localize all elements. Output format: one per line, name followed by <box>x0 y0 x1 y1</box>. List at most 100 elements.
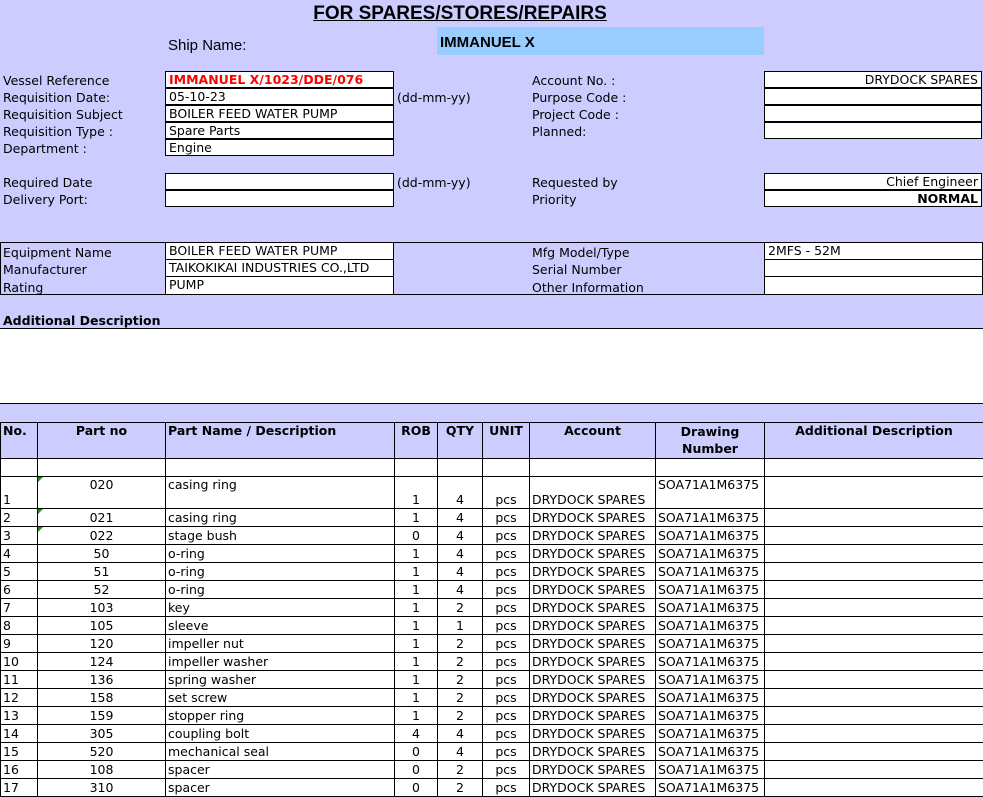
rob-value[interactable]: 4 <box>395 725 438 743</box>
rob-value[interactable]: 1 <box>395 671 438 689</box>
unit-value[interactable]: pcs <box>483 527 530 545</box>
drawing-number[interactable]: SOA71A1M6375 <box>656 725 765 743</box>
purpose-code-field[interactable] <box>764 88 982 105</box>
unit-value[interactable]: pcs <box>483 635 530 653</box>
part-name[interactable]: set screw <box>166 689 395 707</box>
unit-value[interactable]: pcs <box>483 743 530 761</box>
additional-description-cell[interactable] <box>765 581 983 599</box>
additional-description-cell[interactable] <box>765 545 983 563</box>
row-number[interactable]: 15 <box>1 743 38 761</box>
rob-value[interactable]: 1 <box>395 653 438 671</box>
rob-value[interactable]: 1 <box>395 581 438 599</box>
row-number[interactable]: 9 <box>1 635 38 653</box>
part-number[interactable]: 120 <box>38 635 166 653</box>
part-number[interactable]: 159 <box>38 707 166 725</box>
row-number[interactable]: 6 <box>1 581 38 599</box>
part-name[interactable]: key <box>166 599 395 617</box>
qty-value[interactable]: 4 <box>438 563 483 581</box>
rob-value[interactable]: 0 <box>395 779 438 797</box>
drawing-number[interactable]: SOA71A1M6375 <box>656 581 765 599</box>
row-number[interactable]: 2 <box>1 509 38 527</box>
additional-description-cell[interactable] <box>765 509 983 527</box>
drawing-number[interactable]: SOA71A1M6375 <box>656 671 765 689</box>
row-number[interactable]: 14 <box>1 725 38 743</box>
table-row[interactable]: 14305coupling bolt44pcsDRYDOCK SPARESSOA… <box>1 725 983 743</box>
requisition-date-field[interactable]: 05-10-23 <box>165 88 394 105</box>
part-name[interactable]: casing ring <box>166 477 395 509</box>
vessel-reference-field[interactable]: IMMANUEL X/1023/DDE/076 <box>165 71 394 88</box>
serial-number-field[interactable] <box>764 259 983 277</box>
table-row[interactable]: 11136spring washer12pcsDRYDOCK SPARESSOA… <box>1 671 983 689</box>
drawing-number[interactable]: SOA71A1M6375 <box>656 653 765 671</box>
row-number[interactable]: 5 <box>1 563 38 581</box>
part-name[interactable]: spacer <box>166 761 395 779</box>
part-name[interactable]: spring washer <box>166 671 395 689</box>
drawing-number[interactable]: SOA71A1M6375 <box>656 689 765 707</box>
part-name[interactable]: impeller washer <box>166 653 395 671</box>
additional-description-cell[interactable] <box>765 653 983 671</box>
table-row[interactable]: 9120impeller nut12pcsDRYDOCK SPARESSOA71… <box>1 635 983 653</box>
account-value[interactable]: DRYDOCK SPARES <box>530 599 656 617</box>
table-row[interactable]: 16108spacer02pcsDRYDOCK SPARESSOA71A1M63… <box>1 761 983 779</box>
part-name[interactable]: sleeve <box>166 617 395 635</box>
part-number[interactable]: 136 <box>38 671 166 689</box>
rating-field[interactable]: PUMP <box>165 276 394 295</box>
row-number[interactable]: 4 <box>1 545 38 563</box>
additional-description-cell[interactable] <box>765 563 983 581</box>
unit-value[interactable]: pcs <box>483 599 530 617</box>
part-number[interactable]: 020 <box>38 477 166 509</box>
unit-value[interactable]: pcs <box>483 671 530 689</box>
rob-value[interactable]: 1 <box>395 707 438 725</box>
additional-description-cell[interactable] <box>765 689 983 707</box>
ship-name-field[interactable]: IMMANUEL X <box>437 27 764 55</box>
part-name[interactable]: o-ring <box>166 545 395 563</box>
row-number[interactable]: 7 <box>1 599 38 617</box>
row-number[interactable]: 3 <box>1 527 38 545</box>
unit-value[interactable]: pcs <box>483 779 530 797</box>
account-value[interactable]: DRYDOCK SPARES <box>530 581 656 599</box>
qty-value[interactable]: 4 <box>438 477 483 509</box>
required-date-field[interactable] <box>165 173 394 190</box>
table-row[interactable]: 652o-ring14pcsDRYDOCK SPARESSOA71A1M6375 <box>1 581 983 599</box>
table-row[interactable]: 12158set screw12pcsDRYDOCK SPARESSOA71A1… <box>1 689 983 707</box>
department-field[interactable]: Engine <box>165 139 394 156</box>
unit-value[interactable]: pcs <box>483 545 530 563</box>
table-row[interactable]: 15520mechanical seal04pcsDRYDOCK SPARESS… <box>1 743 983 761</box>
unit-value[interactable]: pcs <box>483 761 530 779</box>
qty-value[interactable]: 2 <box>438 689 483 707</box>
rob-value[interactable]: 1 <box>395 545 438 563</box>
part-name[interactable]: stage bush <box>166 527 395 545</box>
part-name[interactable]: casing ring <box>166 509 395 527</box>
part-number[interactable]: 520 <box>38 743 166 761</box>
rob-value[interactable]: 1 <box>395 689 438 707</box>
account-value[interactable]: DRYDOCK SPARES <box>530 779 656 797</box>
drawing-number[interactable]: SOA71A1M6375 <box>656 545 765 563</box>
part-number[interactable]: 108 <box>38 761 166 779</box>
part-number[interactable]: 305 <box>38 725 166 743</box>
part-number[interactable]: 022 <box>38 527 166 545</box>
qty-value[interactable]: 4 <box>438 743 483 761</box>
account-value[interactable]: DRYDOCK SPARES <box>530 617 656 635</box>
unit-value[interactable]: pcs <box>483 653 530 671</box>
part-number[interactable]: 50 <box>38 545 166 563</box>
row-number[interactable]: 13 <box>1 707 38 725</box>
qty-value[interactable]: 2 <box>438 635 483 653</box>
table-row[interactable]: 3022stage bush04pcsDRYDOCK SPARESSOA71A1… <box>1 527 983 545</box>
account-value[interactable]: DRYDOCK SPARES <box>530 761 656 779</box>
account-value[interactable]: DRYDOCK SPARES <box>530 509 656 527</box>
requisition-type-field[interactable]: Spare Parts <box>165 122 394 139</box>
account-value[interactable]: DRYDOCK SPARES <box>530 563 656 581</box>
part-name[interactable]: coupling bolt <box>166 725 395 743</box>
requested-by-field[interactable]: Chief Engineer <box>764 173 982 190</box>
part-name[interactable]: o-ring <box>166 563 395 581</box>
rob-value[interactable]: 0 <box>395 527 438 545</box>
table-row[interactable]: 450o-ring14pcsDRYDOCK SPARESSOA71A1M6375 <box>1 545 983 563</box>
account-value[interactable]: DRYDOCK SPARES <box>530 653 656 671</box>
rob-value[interactable]: 1 <box>395 477 438 509</box>
account-value[interactable]: DRYDOCK SPARES <box>530 689 656 707</box>
additional-description-cell[interactable] <box>765 707 983 725</box>
rob-value[interactable]: 1 <box>395 509 438 527</box>
account-no-field[interactable]: DRYDOCK SPARES <box>764 71 982 88</box>
additional-description-cell[interactable] <box>765 671 983 689</box>
other-information-field[interactable] <box>764 276 983 295</box>
